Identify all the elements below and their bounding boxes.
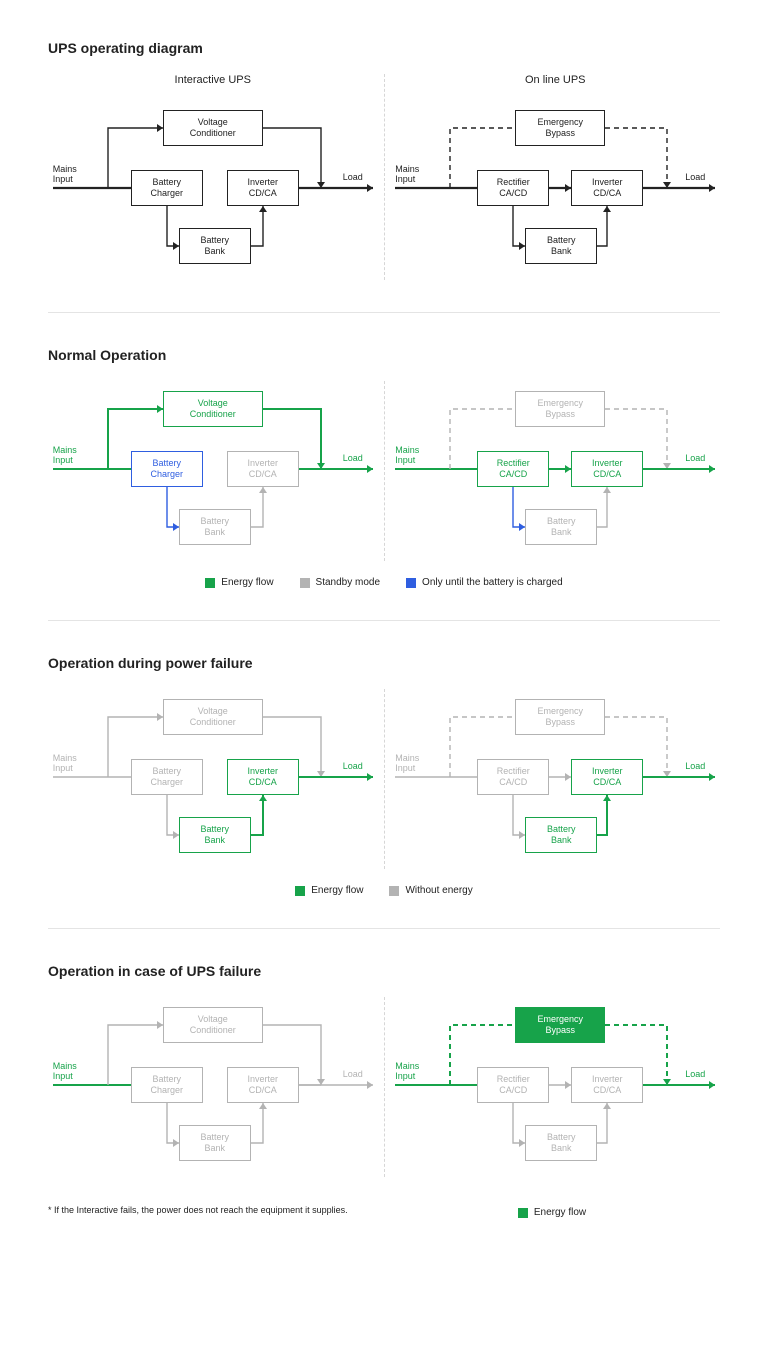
box-inverter: Inverter CD/CA bbox=[227, 1067, 299, 1103]
box-bypass: Emergency Bypass bbox=[515, 110, 605, 146]
swatch-green bbox=[295, 886, 305, 896]
box-bank: Battery Bank bbox=[525, 1125, 597, 1161]
box-voltage: Voltage Conditioner bbox=[163, 110, 263, 146]
box-charger: Battery Charger bbox=[131, 1067, 203, 1103]
label-load: Load bbox=[685, 761, 705, 771]
box-rectifier: Rectifier CA/CD bbox=[477, 451, 549, 487]
diagram-interactive-3: Voltage Conditioner Battery Charger Invert… bbox=[53, 689, 373, 869]
swatch-gray bbox=[389, 886, 399, 896]
label-load: Load bbox=[343, 1069, 363, 1079]
subtitle-interactive: Interactive UPS bbox=[175, 74, 251, 86]
legend-ups-fail: Energy flow bbox=[518, 1207, 586, 1218]
subtitle-online: On line UPS bbox=[525, 74, 586, 86]
box-charger: Battery Charger bbox=[131, 759, 203, 795]
label-load: Load bbox=[685, 453, 705, 463]
diagram-interactive-2: Voltage Conditioner Battery Charger Invert… bbox=[53, 381, 373, 561]
section-ups-failure: Operation in case of UPS failure Voltage… bbox=[48, 963, 720, 1218]
divider bbox=[48, 620, 720, 621]
box-inverter: Inverter CD/CA bbox=[227, 170, 299, 206]
divider bbox=[48, 312, 720, 313]
box-charger: Battery Charger bbox=[131, 451, 203, 487]
box-bank: Battery Bank bbox=[525, 509, 597, 545]
title-3: Operation during power failure bbox=[48, 655, 720, 671]
label-mains: Mains Input bbox=[53, 164, 77, 185]
box-voltage: Voltage Conditioner bbox=[163, 1007, 263, 1043]
box-inverter: Inverter CD/CA bbox=[227, 759, 299, 795]
vertical-separator bbox=[384, 689, 385, 869]
box-rectifier: Rectifier CA/CD bbox=[477, 1067, 549, 1103]
box-inverter: Inverter CD/CA bbox=[571, 170, 643, 206]
box-rectifier: Rectifier CA/CD bbox=[477, 759, 549, 795]
label-mains: Mains Input bbox=[395, 753, 419, 774]
label-load: Load bbox=[343, 761, 363, 771]
label-mains: Mains Input bbox=[395, 445, 419, 466]
box-voltage: Voltage Conditioner bbox=[163, 391, 263, 427]
box-bank: Battery Bank bbox=[179, 817, 251, 853]
box-bypass: Emergency Bypass bbox=[515, 391, 605, 427]
box-inverter: Inverter CD/CA bbox=[571, 451, 643, 487]
swatch-green bbox=[518, 1208, 528, 1218]
box-bypass: Emergency Bypass bbox=[515, 1007, 605, 1043]
section-ups-diagram: UPS operating diagram Interactive UPS Vo… bbox=[48, 40, 720, 280]
title-4: Operation in case of UPS failure bbox=[48, 963, 720, 979]
diagram-online-1: Emergency Bypass Rectifier CA/CD Inverter … bbox=[395, 100, 715, 280]
footnote: * If the Interactive fails, the power do… bbox=[48, 1205, 348, 1215]
diagram-online-3: Emergency Bypass Rectifier CA/CD Inverter … bbox=[395, 689, 715, 869]
box-bank: Battery Bank bbox=[179, 509, 251, 545]
diagram-interactive-4: Voltage Conditioner Battery Charger Invert… bbox=[53, 997, 373, 1177]
swatch-green bbox=[205, 578, 215, 588]
swatch-gray bbox=[300, 578, 310, 588]
label-mains: Mains Input bbox=[395, 164, 419, 185]
label-load: Load bbox=[685, 1069, 705, 1079]
label-load: Load bbox=[685, 172, 705, 182]
diagram-interactive-1: Voltage Conditioner Battery Charger Invert… bbox=[53, 100, 373, 280]
box-voltage: Voltage Conditioner bbox=[163, 699, 263, 735]
box-bank: Battery Bank bbox=[525, 228, 597, 264]
label-mains: Mains Input bbox=[395, 1061, 419, 1082]
label-mains: Mains Input bbox=[53, 1061, 77, 1082]
divider bbox=[48, 928, 720, 929]
box-inverter: Inverter CD/CA bbox=[571, 759, 643, 795]
vertical-separator bbox=[384, 74, 385, 280]
box-rectifier: Rectifier CA/CD bbox=[477, 170, 549, 206]
legend-normal: Energy flow Standby mode Only until the … bbox=[48, 577, 720, 588]
box-bank: Battery Bank bbox=[525, 817, 597, 853]
label-mains: Mains Input bbox=[53, 753, 77, 774]
legend-failure: Energy flow Without energy bbox=[48, 885, 720, 896]
box-bank: Battery Bank bbox=[179, 1125, 251, 1161]
title-2: Normal Operation bbox=[48, 347, 720, 363]
diagram-online-4: Emergency Bypass Rectifier CA/CD Inverter … bbox=[395, 997, 715, 1177]
box-charger: Battery Charger bbox=[131, 170, 203, 206]
vertical-separator bbox=[384, 381, 385, 561]
diagram-online-2: Emergency Bypass Rectifier CA/CD Inverter … bbox=[395, 381, 715, 561]
box-inverter: Inverter CD/CA bbox=[227, 451, 299, 487]
label-mains: Mains Input bbox=[53, 445, 77, 466]
box-inverter: Inverter CD/CA bbox=[571, 1067, 643, 1103]
label-load: Load bbox=[343, 453, 363, 463]
title-1: UPS operating diagram bbox=[48, 40, 720, 56]
box-bypass: Emergency Bypass bbox=[515, 699, 605, 735]
swatch-blue bbox=[406, 578, 416, 588]
label-load: Load bbox=[343, 172, 363, 182]
box-bank: Battery Bank bbox=[179, 228, 251, 264]
section-normal: Normal Operation Voltage Conditioner Batt… bbox=[48, 347, 720, 588]
vertical-separator bbox=[384, 997, 385, 1177]
section-failure: Operation during power failure Voltage C… bbox=[48, 655, 720, 896]
